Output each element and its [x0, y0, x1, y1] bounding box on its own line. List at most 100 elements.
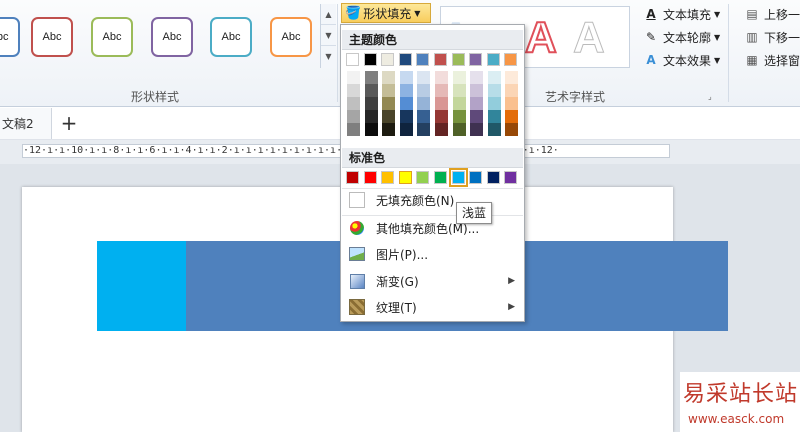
theme-shade-swatch[interactable] — [505, 110, 519, 123]
gradient-fill-item[interactable]: 渐变(G) ▶ — [342, 268, 523, 294]
document-tab[interactable]: 文稿2 — [0, 108, 52, 139]
theme-shade-swatch[interactable] — [505, 123, 519, 136]
theme-shade-swatch[interactable] — [364, 71, 378, 84]
standard-color-swatch[interactable] — [434, 171, 447, 184]
theme-shade-swatch[interactable] — [364, 110, 378, 123]
standard-color-swatch[interactable] — [346, 171, 359, 184]
gallery-up-icon[interactable]: ▲ — [321, 4, 336, 25]
theme-shade-swatch[interactable] — [470, 84, 484, 97]
theme-shade-swatch[interactable] — [399, 123, 413, 136]
theme-shade-swatch[interactable] — [452, 97, 466, 110]
theme-shade-swatch[interactable] — [452, 123, 466, 136]
theme-shade-column — [382, 71, 396, 136]
theme-shade-swatch[interactable] — [382, 84, 396, 97]
theme-shade-swatch[interactable] — [505, 84, 519, 97]
theme-shade-swatch[interactable] — [435, 97, 448, 110]
standard-color-swatch[interactable] — [398, 171, 412, 184]
text-outline-button[interactable]: ✎ 文本轮廓 ▼ — [643, 28, 720, 46]
theme-shade-swatch[interactable] — [399, 84, 413, 97]
theme-shade-swatch[interactable] — [505, 97, 519, 110]
theme-color-swatch[interactable] — [363, 53, 377, 66]
theme-color-swatch[interactable] — [346, 53, 359, 66]
theme-shade-swatch[interactable] — [487, 110, 501, 123]
standard-color-swatch[interactable] — [486, 171, 500, 184]
gallery-down-icon[interactable]: ▼ — [321, 25, 336, 46]
theme-shade-swatch[interactable] — [417, 71, 431, 84]
standard-color-swatch[interactable] — [448, 168, 468, 187]
shape-style-5[interactable]: Abc — [210, 17, 252, 57]
theme-color-swatch[interactable] — [416, 53, 430, 66]
theme-shade-swatch[interactable] — [364, 123, 378, 136]
theme-shade-swatch[interactable] — [452, 84, 466, 97]
theme-color-swatch[interactable] — [451, 53, 465, 66]
bring-forward-button[interactable]: ▤ 上移一 — [744, 5, 800, 23]
shape-fill-button[interactable]: 🪣 形状填充 ▼ — [341, 3, 431, 23]
theme-shade-swatch[interactable] — [470, 71, 484, 84]
theme-shade-swatch[interactable] — [470, 123, 484, 136]
theme-shade-swatch[interactable] — [382, 71, 396, 84]
send-backward-button[interactable]: ▥ 下移一 — [744, 28, 800, 46]
theme-shade-swatch[interactable] — [364, 97, 378, 110]
theme-shade-swatch[interactable] — [347, 84, 360, 97]
standard-color-swatch[interactable] — [504, 171, 518, 184]
theme-shade-swatch[interactable] — [347, 123, 360, 136]
theme-color-swatch[interactable] — [469, 53, 483, 66]
theme-shade-swatch[interactable] — [364, 84, 378, 97]
cyan-rectangle-shape[interactable] — [97, 241, 186, 331]
theme-shade-swatch[interactable] — [417, 123, 431, 136]
shape-style-1[interactable]: Abc — [0, 17, 20, 57]
theme-shade-swatch[interactable] — [417, 84, 431, 97]
standard-color-swatch[interactable] — [381, 171, 395, 184]
theme-color-swatch[interactable] — [381, 53, 395, 66]
theme-color-swatch[interactable] — [434, 53, 447, 66]
theme-shade-swatch[interactable] — [470, 110, 484, 123]
theme-shade-swatch[interactable] — [435, 110, 448, 123]
theme-shade-swatch[interactable] — [505, 71, 519, 84]
no-fill-item[interactable]: 无填充颜色(N) — [342, 187, 523, 213]
theme-color-swatch[interactable] — [398, 53, 412, 66]
standard-color-swatch[interactable] — [363, 171, 377, 184]
theme-shade-swatch[interactable] — [382, 110, 396, 123]
theme-shade-swatch[interactable] — [382, 123, 396, 136]
wordart-style-2[interactable]: A — [524, 12, 558, 63]
standard-color-swatch[interactable] — [469, 171, 483, 184]
wordart-style-3[interactable]: A — [573, 13, 606, 63]
shape-style-3[interactable]: Abc — [91, 17, 133, 57]
text-effects-button[interactable]: A 文本效果 ▼ — [643, 51, 720, 69]
theme-shade-swatch[interactable] — [417, 97, 431, 110]
gallery-more-icon[interactable]: ▼ — [321, 46, 336, 67]
theme-shade-swatch[interactable] — [452, 110, 466, 123]
text-fill-button[interactable]: A 文本填充 ▼ — [643, 5, 720, 23]
standard-color-swatch[interactable] — [416, 171, 430, 184]
shape-style-4[interactable]: Abc — [151, 17, 193, 57]
theme-shade-swatch[interactable] — [487, 123, 501, 136]
shape-fill-dropdown: 主题颜色 标准色 无填充颜色(N) 其他填充颜色(M)... 图片(P)... … — [340, 24, 525, 322]
add-tab-button[interactable]: + — [58, 113, 80, 135]
theme-shade-swatch[interactable] — [435, 123, 448, 136]
theme-color-swatch[interactable] — [486, 53, 500, 66]
theme-shade-swatch[interactable] — [399, 110, 413, 123]
gallery-scroll[interactable]: ▲ ▼ ▼ — [320, 4, 336, 68]
theme-shade-swatch[interactable] — [382, 97, 396, 110]
shape-style-2[interactable]: Abc — [31, 17, 73, 57]
theme-color-swatch[interactable] — [504, 53, 518, 66]
theme-shade-swatch[interactable] — [347, 71, 360, 84]
shape-style-6[interactable]: Abc — [270, 17, 312, 57]
theme-shade-swatch[interactable] — [487, 71, 501, 84]
theme-shade-swatch[interactable] — [417, 110, 431, 123]
theme-shade-swatch[interactable] — [347, 110, 360, 123]
theme-shade-swatch[interactable] — [435, 84, 448, 97]
picture-fill-item[interactable]: 图片(P)... — [342, 241, 523, 267]
selection-pane-button[interactable]: ▦ 选择窗 — [744, 51, 800, 69]
theme-shade-swatch[interactable] — [347, 97, 360, 110]
theme-shade-swatch[interactable] — [470, 97, 484, 110]
theme-shade-swatch[interactable] — [399, 97, 413, 110]
dialog-launcher-icon[interactable]: ⌟ — [708, 92, 718, 102]
more-fill-colors-item[interactable]: 其他填充颜色(M)... — [342, 215, 523, 241]
theme-shade-swatch[interactable] — [435, 71, 448, 84]
theme-shade-swatch[interactable] — [452, 71, 466, 84]
texture-fill-item[interactable]: 纹理(T) ▶ — [342, 294, 523, 320]
theme-shade-swatch[interactable] — [487, 97, 501, 110]
theme-shade-swatch[interactable] — [399, 71, 413, 84]
theme-shade-swatch[interactable] — [487, 84, 501, 97]
